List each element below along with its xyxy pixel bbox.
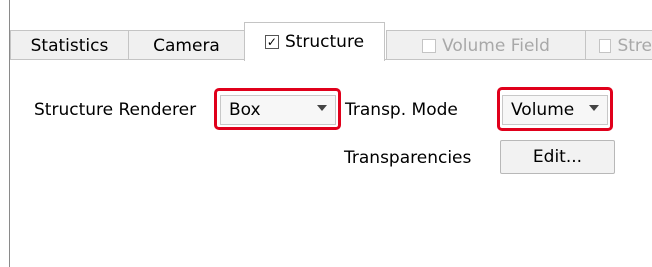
tab-statistics[interactable]: Statistics	[10, 30, 129, 60]
tab-structure-checkbox[interactable]: ✓	[264, 35, 279, 49]
tab-stre[interactable]: Stre	[585, 30, 652, 60]
settings-panel: Statistics Camera ✓ Structure Volume Fie…	[0, 0, 652, 267]
tab-bar: Statistics Camera ✓ Structure Volume Fie…	[10, 22, 652, 61]
tab-structure[interactable]: ✓ Structure	[244, 22, 385, 61]
transparencies-edit-button[interactable]: Edit...	[500, 140, 615, 174]
transp-mode-value: Volume	[511, 100, 575, 120]
checkmark-icon: ✓	[266, 35, 277, 49]
edit-button-label: Edit...	[532, 147, 583, 167]
dropdown-arrow-icon	[589, 105, 599, 111]
transparencies-label: Transparencies	[344, 148, 472, 168]
tab-stre-checkbox[interactable]	[599, 38, 612, 53]
structure-renderer-dropdown[interactable]: Box	[220, 95, 336, 125]
tab-camera[interactable]: Camera	[128, 30, 245, 60]
dropdown-arrow-icon	[317, 105, 327, 111]
transp-mode-label: Transp. Mode	[345, 100, 458, 120]
tab-statistics-label: Statistics	[30, 35, 109, 56]
tab-structure-label: Structure	[284, 32, 365, 52]
structure-renderer-value: Box	[229, 100, 261, 120]
tab-stre-label: Stre	[617, 35, 652, 56]
structure-renderer-label: Structure Renderer	[34, 100, 197, 120]
tab-volume-field-label: Volume Field	[442, 35, 550, 56]
transp-mode-dropdown[interactable]: Volume	[502, 95, 608, 125]
tab-volume-field-checkbox[interactable]	[422, 38, 437, 53]
tab-camera-label: Camera	[153, 35, 220, 56]
tab-volume-field[interactable]: Volume Field	[386, 30, 586, 60]
